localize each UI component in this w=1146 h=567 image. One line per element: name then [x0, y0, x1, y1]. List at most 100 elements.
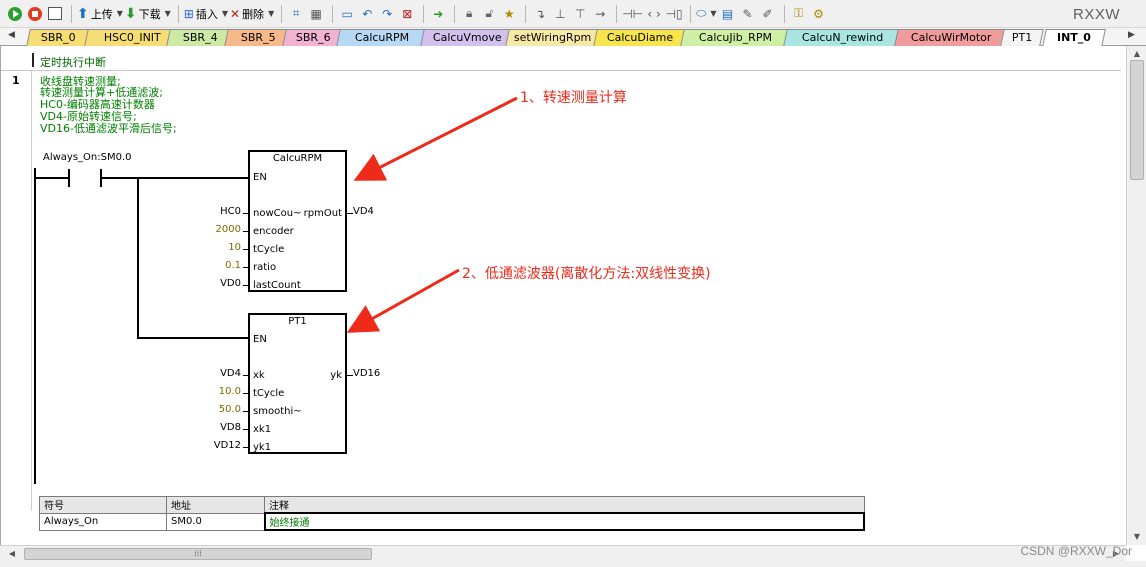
- left-power-rail: [34, 168, 36, 484]
- goto-button[interactable]: ➜: [429, 4, 447, 24]
- output-operand[interactable]: VD4: [353, 206, 374, 217]
- tab-label: SBR_5: [240, 31, 276, 44]
- download-button[interactable]: ⬇ 下载 ▼: [125, 4, 171, 24]
- properties-button[interactable]: ⚙: [810, 4, 828, 24]
- delete-button[interactable]: ✕ 删除 ▼: [230, 4, 274, 24]
- chevron-down-icon: ▼: [268, 9, 275, 18]
- ladder-editor[interactable]: 定时执行中断 1 收线盘转速测量; 转速测量计算+低通滤波; HC0-编码器高速…: [0, 46, 1126, 545]
- run-button[interactable]: [6, 4, 24, 24]
- en-pin: EN: [253, 172, 267, 183]
- chevron-down-icon: ▼: [221, 9, 228, 18]
- network-comment-line[interactable]: VD4-原始转速信号;: [40, 111, 137, 122]
- comment-cell[interactable]: 始终接通: [263, 512, 865, 531]
- table-row[interactable]: Always_On SM0.0 始终接通: [39, 512, 865, 531]
- key-icon: ⚿: [793, 6, 804, 20]
- insert-coil-button[interactable]: ‹ ›: [645, 4, 663, 24]
- bookmark-icon: ★: [503, 6, 515, 21]
- input-operand[interactable]: VD12: [214, 440, 241, 451]
- input-operand[interactable]: VD4: [220, 368, 241, 379]
- network-comment-line[interactable]: HC0-编码器高速计数器: [40, 99, 155, 110]
- input-operand[interactable]: 10.0: [219, 386, 241, 397]
- network-comment-line[interactable]: VD16-低通滤波平滑后信号;: [40, 123, 177, 134]
- input-operand[interactable]: 0.1: [225, 260, 241, 271]
- clear-button[interactable]: ⊠: [398, 4, 416, 24]
- tab-pt1[interactable]: PT1: [1000, 29, 1044, 46]
- symbol-table-button[interactable]: ▤: [719, 4, 737, 24]
- horizontal-scroll-thumb[interactable]: ⁞⁞⁞: [24, 548, 372, 560]
- program-status-button[interactable]: ⌗: [287, 4, 305, 24]
- download-arrow-icon: ⬇: [124, 5, 137, 22]
- contact-left-bar[interactable]: [68, 169, 70, 187]
- compile-button[interactable]: [46, 4, 64, 24]
- branch-down-button[interactable]: ↴: [531, 4, 549, 24]
- unlock-button[interactable]: 🔓︎: [480, 4, 498, 24]
- tab-calcuwirmotor[interactable]: CalcuWirMotor: [894, 29, 1008, 46]
- tab-calcurpm[interactable]: CalcuRPM: [336, 29, 428, 46]
- box-icon: ⊣▯: [665, 6, 683, 21]
- scroll-left-icon[interactable]: ◀: [4, 546, 20, 562]
- scroll-down-icon[interactable]: ▼: [1127, 529, 1146, 545]
- input-operand[interactable]: HC0: [220, 206, 241, 217]
- line-right-button[interactable]: →: [591, 4, 609, 24]
- stop-button[interactable]: [26, 4, 44, 24]
- redo-button[interactable]: ↷: [378, 4, 396, 24]
- tab-calcun-rewind[interactable]: CalcuN_rewind: [783, 29, 902, 46]
- contact-label[interactable]: Always_On:SM0.0: [43, 152, 132, 163]
- tab-scroll-right-icon[interactable]: ▶: [1128, 30, 1135, 40]
- input-pin-name: xk1: [253, 424, 272, 435]
- pin-tick: [243, 429, 249, 430]
- upload-button[interactable]: ⬆ 上传 ▼: [77, 4, 123, 24]
- tab-calcujib-rpm[interactable]: CalcuJib_RPM: [680, 29, 791, 46]
- column-header-address[interactable]: 地址: [166, 496, 265, 514]
- vertical-scrollbar[interactable]: ▲ ▼: [1126, 46, 1146, 545]
- comment-button[interactable]: ✐: [759, 4, 777, 24]
- insert-box-button[interactable]: ⊣▯: [665, 4, 683, 24]
- input-operand[interactable]: VD8: [220, 422, 241, 433]
- new-window-button[interactable]: ▭: [338, 4, 356, 24]
- undo-button[interactable]: ↶: [358, 4, 376, 24]
- vertical-scroll-thumb[interactable]: [1130, 60, 1144, 180]
- chevron-down-icon: ▼: [710, 9, 717, 18]
- insert-contact-button[interactable]: ⊣⊢: [622, 4, 643, 24]
- line-down-button[interactable]: ⊥: [551, 4, 569, 24]
- tab-scroll-left-icon[interactable]: ◀: [8, 30, 15, 40]
- column-header-symbol[interactable]: 符号: [39, 496, 167, 514]
- horizontal-scrollbar[interactable]: ◀ ⁞⁞⁞ ▶: [0, 545, 1126, 561]
- insert-button[interactable]: ⊞ 插入 ▼: [184, 4, 228, 24]
- input-operand[interactable]: 10: [228, 242, 241, 253]
- clear-icon: ⊠: [402, 6, 413, 21]
- symbol-cell[interactable]: Always_On: [39, 512, 167, 531]
- tab-sbr-6[interactable]: SBR_6: [282, 29, 344, 46]
- bookmark-button[interactable]: ★: [500, 4, 518, 24]
- toolbar-separator: [71, 4, 72, 23]
- tab-calcuvmove[interactable]: CalcuVmove: [420, 29, 514, 46]
- table-status-button[interactable]: ▦: [307, 4, 325, 24]
- edit-button[interactable]: ✎: [739, 4, 757, 24]
- en-pin: EN: [253, 334, 267, 345]
- input-operand[interactable]: 2000: [216, 224, 241, 235]
- routine-title[interactable]: 定时执行中断: [40, 54, 106, 70]
- tab-calcudiame[interactable]: CalcuDiame: [593, 29, 688, 46]
- output-operand[interactable]: VD16: [353, 368, 380, 379]
- network-icon: ⌗: [292, 6, 300, 20]
- lock-button[interactable]: 🔒︎: [460, 4, 478, 24]
- tab-int-0[interactable]: INT_0: [1042, 29, 1106, 47]
- network-number[interactable]: 1: [12, 74, 20, 87]
- line-up-button[interactable]: ⊤: [571, 4, 589, 24]
- upload-label: 上传: [90, 7, 113, 21]
- tab-label: CalcuWirMotor: [910, 31, 992, 44]
- key-button[interactable]: ⚿: [790, 4, 808, 24]
- address-cell[interactable]: SM0.0: [166, 512, 265, 531]
- insert-label: 插入: [195, 7, 218, 21]
- pt1-block[interactable]: PT1 EN xk tCycle smoothi~ xk1 yk1 yk: [248, 313, 347, 454]
- column-header-comment[interactable]: 注释: [264, 496, 865, 514]
- symbol-button[interactable]: ⬭ ▼: [696, 4, 716, 24]
- brand-label: RXXW: [1073, 6, 1120, 23]
- calcurpm-block[interactable]: CalcuRPM EN nowCou~ encoder tCycle ratio…: [248, 150, 347, 292]
- network-comment-line[interactable]: 转速测量计算+低通滤波;: [40, 87, 163, 98]
- tab-setwiringrpm[interactable]: setWiringRpm: [505, 29, 601, 46]
- input-operand[interactable]: VD0: [220, 278, 241, 289]
- input-operand[interactable]: 50.0: [219, 404, 241, 415]
- rung-wire: [35, 177, 69, 179]
- tab-sbr-0[interactable]: SBR_0: [26, 29, 90, 46]
